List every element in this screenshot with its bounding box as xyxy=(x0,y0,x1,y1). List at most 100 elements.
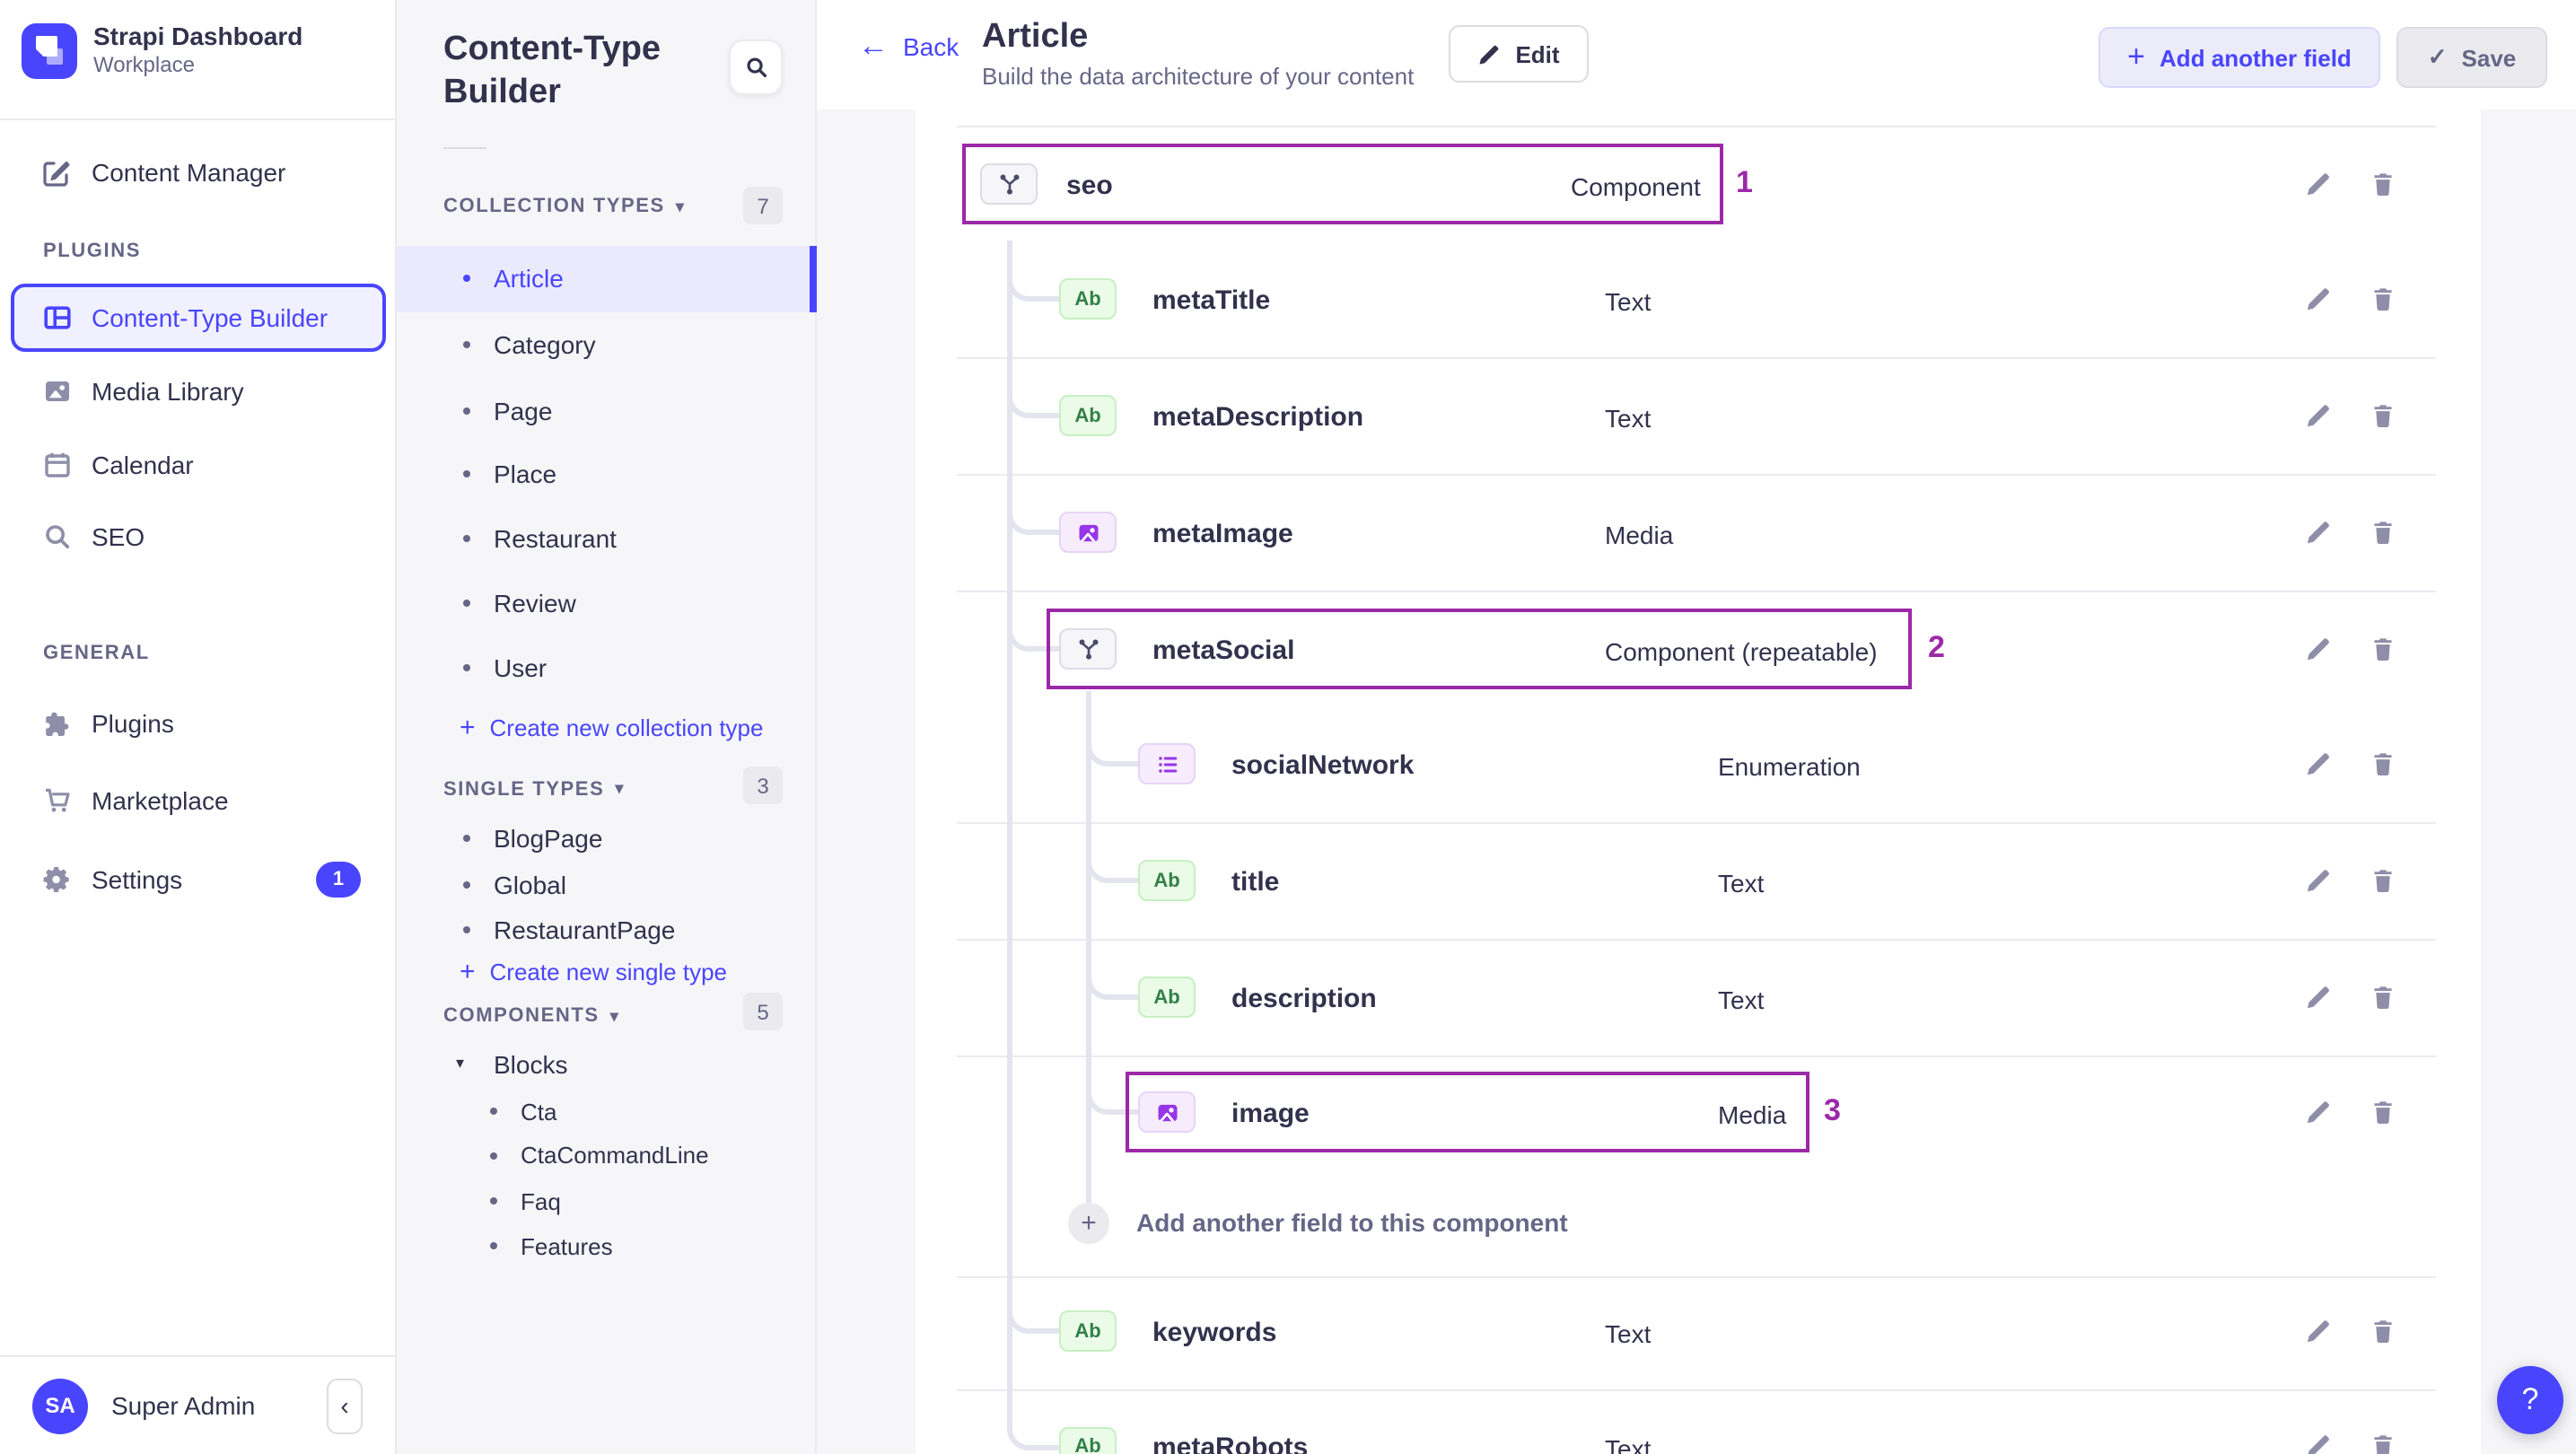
pencil-icon xyxy=(1477,42,1501,66)
component-icon xyxy=(1059,628,1117,670)
field-row-image: image Media xyxy=(817,1073,2481,1152)
panel-title: Content-Type Builder xyxy=(443,31,662,111)
edit-field-button[interactable] xyxy=(2305,1317,2334,1345)
collection-type-review[interactable]: Review xyxy=(397,571,817,635)
help-button[interactable]: ? xyxy=(2497,1366,2563,1434)
annotation-number-2: 2 xyxy=(1928,629,1945,663)
sidebar-item-plugins[interactable]: Plugins xyxy=(0,690,397,755)
delete-field-button[interactable] xyxy=(2370,1098,2398,1126)
delete-field-button[interactable] xyxy=(2370,983,2398,1012)
single-type-blogpage[interactable]: BlogPage xyxy=(397,814,817,861)
edit-field-button[interactable] xyxy=(2305,170,2334,198)
collection-type-restaurant[interactable]: Restaurant xyxy=(397,506,817,571)
bullet-icon xyxy=(490,1108,497,1115)
field-row-metadescription: Ab metaDescription Text xyxy=(817,376,2481,455)
text-field-icon: Ab xyxy=(1059,1310,1117,1352)
bullet-icon xyxy=(463,407,470,414)
collection-type-article[interactable]: Article xyxy=(397,245,817,311)
component-group-blocks[interactable]: ▾ Blocks xyxy=(397,1040,817,1087)
text-field-icon: Ab xyxy=(1059,278,1117,320)
components-header[interactable]: COMPONENTS ▾ xyxy=(443,1005,619,1027)
bullet-icon xyxy=(463,535,470,542)
bullet-icon xyxy=(463,600,470,607)
row-divider xyxy=(957,822,2436,824)
save-button[interactable]: ✓ Save xyxy=(2396,27,2547,88)
chevron-down-icon: ▾ xyxy=(609,1006,620,1024)
edit-field-button[interactable] xyxy=(2305,749,2334,778)
sidebar-item-calendar[interactable]: Calendar xyxy=(0,432,397,496)
field-row-metatitle: Ab metaTitle Text xyxy=(817,259,2481,338)
delete-field-button[interactable] xyxy=(2370,866,2398,895)
sidebar-item-content-manager[interactable]: Content Manager xyxy=(0,140,397,205)
edit-field-button[interactable] xyxy=(2305,866,2334,895)
component-features[interactable]: Features xyxy=(397,1222,817,1269)
check-icon: ✓ xyxy=(2427,43,2448,70)
workspace-title: Strapi Dashboard xyxy=(93,22,303,50)
edit-field-button[interactable] xyxy=(2305,285,2334,313)
back-button[interactable]: ← Back xyxy=(858,31,959,61)
collection-types-count: 7 xyxy=(743,187,783,224)
delete-field-button[interactable] xyxy=(2370,401,2398,430)
sidebar-item-media-library[interactable]: Media Library xyxy=(0,358,397,423)
bullet-icon xyxy=(463,925,470,933)
workspace-subtitle: Workplace xyxy=(93,52,195,77)
delete-field-button[interactable] xyxy=(2370,1432,2398,1454)
brand[interactable]: Strapi Dashboard Workplace xyxy=(22,22,302,79)
component-ctacommandline[interactable]: CtaCommandLine xyxy=(397,1132,817,1178)
bullet-icon xyxy=(463,834,470,841)
field-row-metarobots: Ab metaRobots Text xyxy=(817,1407,2481,1454)
component-cta[interactable]: Cta xyxy=(397,1088,817,1134)
collection-type-category[interactable]: Category xyxy=(397,311,817,376)
bullet-icon xyxy=(463,880,470,888)
collection-type-page[interactable]: Page xyxy=(397,378,817,442)
sidebar-item-content-type-builder[interactable]: Content-Type Builder xyxy=(11,283,386,351)
edit-field-button[interactable] xyxy=(2305,635,2334,663)
component-faq[interactable]: Faq xyxy=(397,1178,817,1224)
create-collection-type-link[interactable]: + Create new collection type xyxy=(460,705,764,751)
create-single-type-link[interactable]: + Create new single type xyxy=(460,949,727,995)
delete-field-button[interactable] xyxy=(2370,1317,2398,1345)
delete-field-button[interactable] xyxy=(2370,170,2398,198)
delete-field-button[interactable] xyxy=(2370,635,2398,663)
edit-field-button[interactable] xyxy=(2305,518,2334,547)
text-field-icon: Ab xyxy=(1059,1426,1117,1454)
collection-type-place[interactable]: Place xyxy=(397,442,817,506)
delete-field-button[interactable] xyxy=(2370,518,2398,547)
edit-button[interactable]: Edit xyxy=(1449,25,1589,83)
edit-field-button[interactable] xyxy=(2305,1432,2334,1454)
field-row-title: Ab title Text xyxy=(817,841,2481,920)
row-divider xyxy=(957,1276,2436,1278)
annotation-number-3: 3 xyxy=(1824,1092,1841,1126)
page-header: ← Back Article Build the data architectu… xyxy=(817,0,2576,109)
bullet-icon xyxy=(463,340,470,347)
delete-field-button[interactable] xyxy=(2370,749,2398,778)
delete-field-button[interactable] xyxy=(2370,285,2398,313)
strapi-dashboard: Strapi Dashboard Workplace Content Manag… xyxy=(0,0,2576,1454)
search-button[interactable] xyxy=(729,39,783,95)
collection-type-user[interactable]: User xyxy=(397,635,817,699)
chevron-down-icon: ▾ xyxy=(615,779,626,797)
search-icon xyxy=(744,56,767,79)
plus-icon: + xyxy=(460,713,476,743)
edit-field-button[interactable] xyxy=(2305,1098,2334,1126)
sidebar-item-seo[interactable]: SEO xyxy=(0,504,397,569)
media-library-icon xyxy=(43,376,72,405)
single-types-header[interactable]: SINGLE TYPES ▾ xyxy=(443,778,625,800)
component-icon xyxy=(980,163,1038,205)
sidebar-item-marketplace[interactable]: Marketplace xyxy=(0,768,397,833)
field-row-description: Ab description Text xyxy=(817,958,2481,1037)
add-field-to-component-button[interactable]: + Add another field to this component xyxy=(817,1183,2481,1262)
collapse-sidebar-button[interactable]: ‹ xyxy=(327,1378,363,1433)
add-another-field-button[interactable]: + Add another field xyxy=(2098,27,2380,88)
single-type-global[interactable]: Global xyxy=(397,861,817,907)
edit-field-button[interactable] xyxy=(2305,983,2334,1012)
avatar[interactable]: SA xyxy=(32,1378,88,1433)
row-divider xyxy=(957,591,2436,592)
bullet-icon xyxy=(463,470,470,477)
single-type-restaurantpage[interactable]: RestaurantPage xyxy=(397,906,817,952)
edit-field-button[interactable] xyxy=(2305,401,2334,430)
annotation-number-1: 1 xyxy=(1736,164,1753,198)
bullet-icon xyxy=(490,1197,497,1204)
collection-types-header[interactable]: COLLECTION TYPES ▾ xyxy=(443,196,686,217)
calendar-icon xyxy=(43,450,72,478)
